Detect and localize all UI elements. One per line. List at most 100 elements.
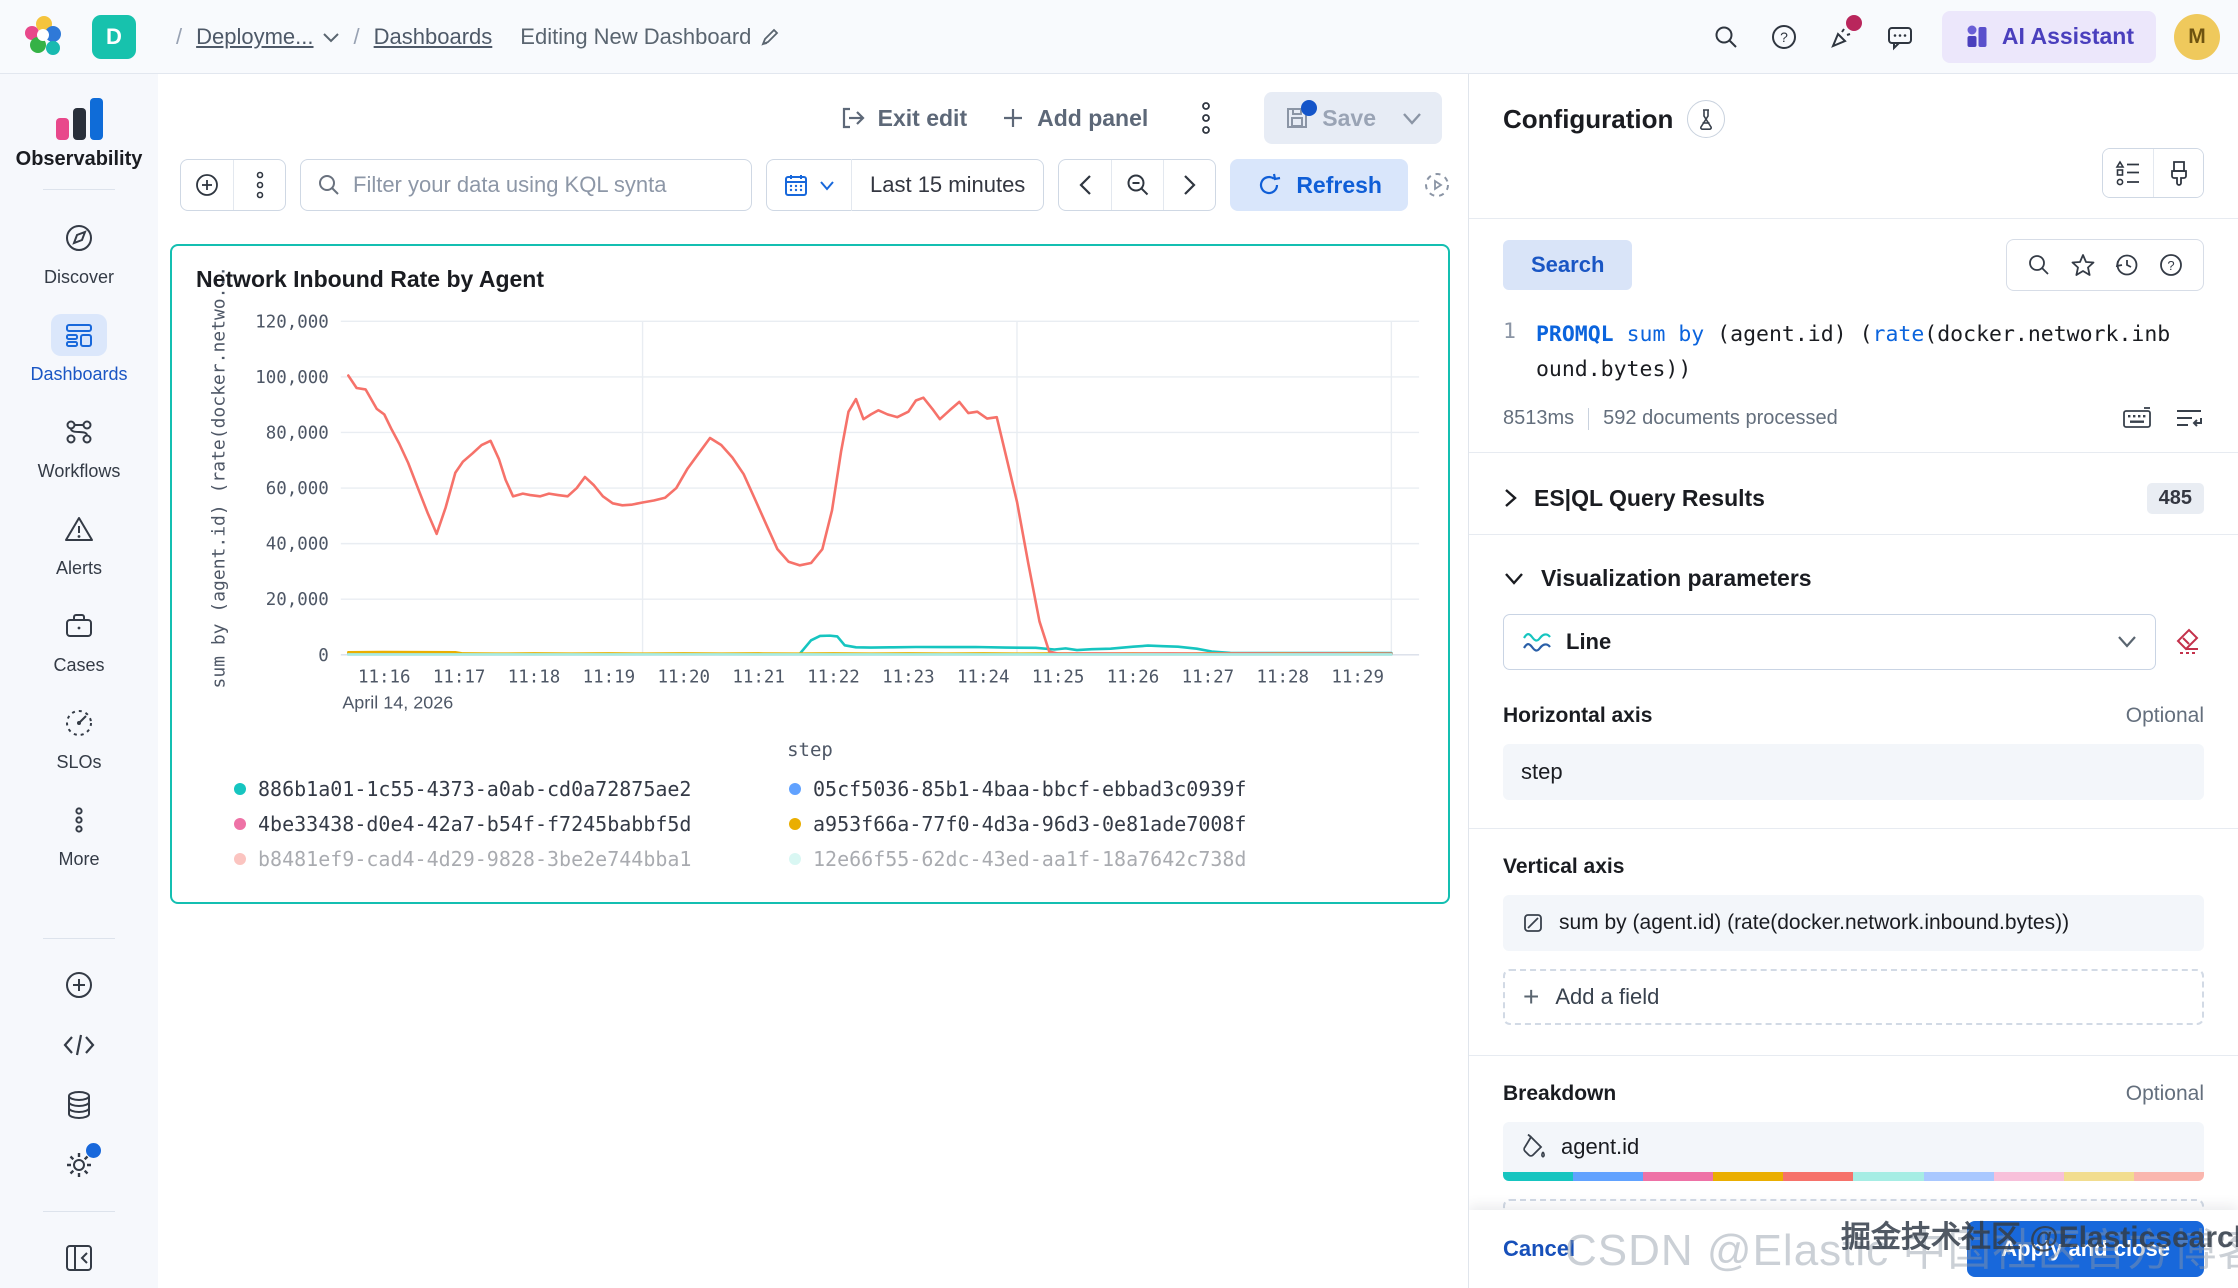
- svg-text:40,000: 40,000: [266, 535, 329, 555]
- news-icon[interactable]: [1818, 13, 1866, 61]
- svg-text:120,000: 120,000: [255, 312, 329, 332]
- legend-series-name: 12e66f55-62dc-43ed-aa1f-18a7642c738d: [813, 847, 1246, 871]
- sidebar-item-dashboards[interactable]: Dashboards: [30, 314, 127, 385]
- legend-item[interactable]: 4be33438-d0e4-42a7-b54f-f7245babbf5d: [234, 812, 789, 836]
- legend-series-name: 4be33438-d0e4-42a7-b54f-f7245babbf5d: [258, 812, 691, 836]
- config-divider: [1469, 452, 2238, 453]
- appearance-brush-icon[interactable]: [2153, 149, 2203, 197]
- filter-controls-group: [180, 159, 286, 211]
- line-chart[interactable]: 020,00040,00060,00080,000100,000120,0001…: [226, 303, 1428, 737]
- cancel-button[interactable]: Cancel: [1503, 1236, 1575, 1262]
- ai-assistant-icon: [1964, 24, 1990, 50]
- legend-item[interactable]: b8481ef9-cad4-4d29-9828-3be2e744bba1: [234, 847, 789, 871]
- x-axis-title: step: [192, 739, 1428, 761]
- tech-preview-flask-icon[interactable]: [1687, 100, 1725, 138]
- data-management-icon[interactable]: [57, 1085, 101, 1125]
- sidebar-item-alerts[interactable]: Alerts: [51, 508, 107, 579]
- refresh-label: Refresh: [1296, 172, 1382, 199]
- user-avatar[interactable]: M: [2174, 14, 2220, 60]
- dev-tools-icon[interactable]: [57, 1025, 101, 1065]
- kql-filter-input[interactable]: [353, 172, 735, 198]
- add-circle-icon[interactable]: [57, 965, 101, 1005]
- viz-params-accordion[interactable]: Visualization parameters: [1503, 565, 2204, 592]
- time-forward-icon[interactable]: [1163, 160, 1215, 210]
- svg-text:0: 0: [318, 646, 329, 666]
- exit-edit-label: Exit edit: [878, 105, 967, 132]
- sidebar-item-slos[interactable]: SLOs: [51, 702, 107, 773]
- save-button[interactable]: Save: [1264, 92, 1442, 144]
- query-docs-processed: 592 documents processed: [1603, 407, 1838, 430]
- time-range-value[interactable]: Last 15 minutes: [852, 172, 1043, 198]
- save-menu-chevron-icon[interactable]: [1402, 112, 1422, 125]
- legend-item[interactable]: a953f66a-77f0-4d3a-96d3-0e81ade7008f: [789, 812, 1344, 836]
- zoom-out-icon[interactable]: [1111, 160, 1163, 210]
- briefcase-icon: [51, 605, 107, 647]
- dashboard-main-area: Exit edit Add panel Save: [158, 74, 1468, 1288]
- ai-assistant-button[interactable]: AI Assistant: [1942, 11, 2156, 63]
- sidebar-item-workflows[interactable]: Workflows: [38, 411, 121, 482]
- deployment-badge[interactable]: D: [92, 15, 136, 59]
- add-panel-label: Add panel: [1037, 105, 1148, 132]
- help-icon[interactable]: ?: [2151, 248, 2191, 282]
- settings-gear-icon[interactable]: [57, 1145, 101, 1185]
- legend-item[interactable]: 886b1a01-1c55-4373-a0ab-cd0a72875ae2: [234, 777, 789, 801]
- help-icon[interactable]: ?: [1760, 13, 1808, 61]
- chevron-down-icon[interactable]: [322, 31, 340, 43]
- breakdown-field[interactable]: agent.id: [1503, 1122, 2204, 1181]
- search-icon[interactable]: [1702, 13, 1750, 61]
- legend-item[interactable]: 12e66f55-62dc-43ed-aa1f-18a7642c738d: [789, 847, 1344, 871]
- svg-text:60,000: 60,000: [266, 479, 329, 499]
- chart-panel[interactable]: Network Inbound Rate by Agent sum by (ag…: [170, 244, 1450, 904]
- legend-item[interactable]: 05cf5036-85b1-4baa-bbcf-ebbad3c0939f: [789, 777, 1344, 801]
- apply-and-close-button[interactable]: Apply and close: [1967, 1221, 2204, 1277]
- time-picker: Last 15 minutes: [766, 159, 1044, 211]
- keyboard-shortcuts-icon[interactable]: [2122, 406, 2152, 432]
- chart-type-select[interactable]: Line: [1503, 614, 2156, 670]
- elastic-logo-icon[interactable]: [18, 11, 70, 63]
- esql-results-accordion[interactable]: ES|QL Query Results 485: [1503, 483, 2204, 514]
- sidebar-item-discover[interactable]: Discover: [44, 217, 114, 288]
- search-tab[interactable]: Search: [1503, 240, 1632, 290]
- layer-settings-icon[interactable]: [2103, 149, 2153, 197]
- esql-query-editor[interactable]: 1 PROMQL sum by (agent.id) (rate(docker.…: [1503, 317, 2204, 388]
- config-divider: [1469, 218, 2238, 219]
- refresh-button[interactable]: Refresh: [1230, 159, 1408, 211]
- legend-color-dot: [234, 818, 246, 830]
- collapse-sidebar-icon[interactable]: [57, 1238, 101, 1278]
- kql-filter-field[interactable]: [300, 159, 752, 211]
- auto-refresh-icon[interactable]: [1422, 161, 1452, 209]
- query-text[interactable]: PROMQL sum by (agent.id) (rate(docker.ne…: [1536, 317, 2176, 388]
- save-label: Save: [1322, 105, 1376, 132]
- toolbar-more-icon[interactable]: [1182, 94, 1230, 142]
- feedback-icon[interactable]: [1876, 13, 1924, 61]
- sidebar-divider: [43, 938, 115, 939]
- optional-label: Optional: [2126, 1082, 2204, 1106]
- header-actions: ? AI Assistant M: [1702, 11, 2220, 63]
- breadcrumb-dashboards-link[interactable]: Dashboards: [374, 24, 493, 50]
- submit-query-icon[interactable]: [2174, 406, 2204, 432]
- horizontal-axis-field[interactable]: step: [1503, 744, 2204, 800]
- add-panel-button[interactable]: Add panel: [1001, 105, 1148, 132]
- sidebar-item-cases[interactable]: Cases: [51, 605, 107, 676]
- exit-edit-button[interactable]: Exit edit: [840, 105, 967, 132]
- chart-legend: 886b1a01-1c55-4373-a0ab-cd0a72875ae205cf…: [234, 777, 1428, 871]
- sidebar-item-label: Discover: [44, 267, 114, 288]
- add-filter-icon[interactable]: [181, 160, 233, 210]
- chevron-down-icon: [1503, 571, 1525, 586]
- breadcrumb-deployment-link[interactable]: Deployme...: [196, 24, 313, 50]
- vertical-axis-field[interactable]: sum by (agent.id) (rate(docker.network.i…: [1503, 895, 2204, 951]
- breakdown-value: agent.id: [1561, 1134, 1639, 1160]
- results-count-badge: 485: [2147, 483, 2204, 514]
- query-menu-icon[interactable]: [233, 160, 285, 210]
- star-icon[interactable]: [2063, 248, 2103, 282]
- add-field-button[interactable]: + Add a field: [1503, 969, 2204, 1025]
- svg-text:11:20: 11:20: [657, 668, 710, 688]
- clear-layer-icon[interactable]: [2174, 627, 2204, 657]
- time-back-icon[interactable]: [1059, 160, 1111, 210]
- edit-pencil-icon[interactable]: [759, 26, 781, 48]
- sidebar-item-more[interactable]: More: [51, 799, 107, 870]
- config-divider: [1469, 534, 2238, 535]
- history-icon[interactable]: [2107, 248, 2147, 282]
- calendar-icon[interactable]: [767, 172, 851, 198]
- inspect-search-icon[interactable]: [2019, 248, 2059, 282]
